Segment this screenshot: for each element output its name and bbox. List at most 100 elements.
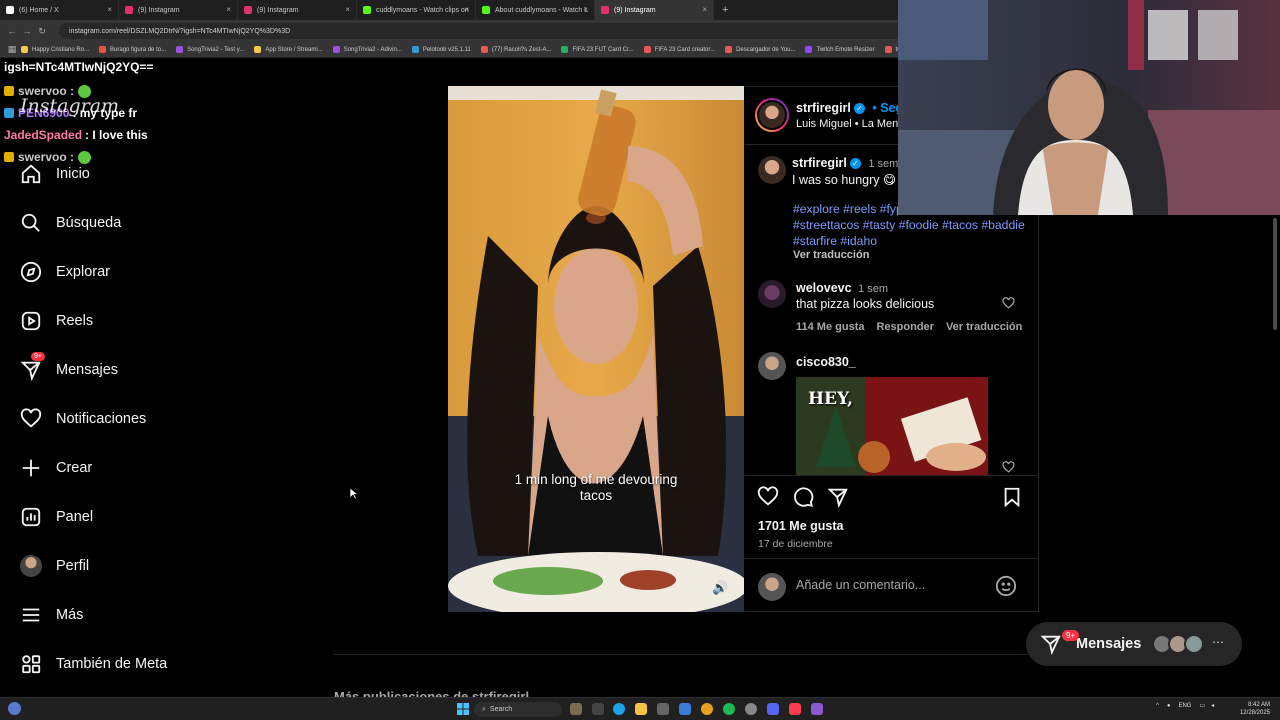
reel-caption: 1 min long of me devouring tacos bbox=[448, 472, 744, 504]
close-tab-icon[interactable]: × bbox=[345, 5, 350, 14]
taskbar-app-icon[interactable] bbox=[811, 703, 823, 715]
browser-tab[interactable]: (9) Instagram × bbox=[595, 0, 714, 20]
reload-icon[interactable]: ↻ bbox=[36, 26, 48, 37]
bookmark-item[interactable]: App Store / Streami... bbox=[254, 46, 323, 53]
new-tab-button[interactable]: + bbox=[722, 4, 728, 16]
volume-icon[interactable]: ◂ bbox=[1211, 702, 1214, 709]
network-icon[interactable]: ▭ bbox=[1199, 702, 1205, 709]
sidebar-item-notificaciones[interactable]: Notificaciones bbox=[20, 406, 146, 432]
sidebar-item-mas[interactable]: Más bbox=[20, 602, 83, 628]
comment-translate[interactable]: Ver traducción bbox=[946, 321, 1022, 333]
sidebar-item-mensajes[interactable]: 9+ Mensajes bbox=[20, 352, 118, 383]
plus-icon bbox=[22, 459, 40, 477]
bookmark-item[interactable]: FIFA 23 Card creator... bbox=[643, 46, 715, 53]
notification-badge: 9+ bbox=[31, 352, 45, 361]
post-date: 17 de diciembre bbox=[758, 538, 833, 550]
commenter-avatar[interactable] bbox=[758, 352, 786, 380]
save-icon[interactable] bbox=[1001, 486, 1023, 508]
messages-pill[interactable]: 9+ Mensajes ⋯ bbox=[1026, 622, 1242, 666]
language-indicator[interactable]: ENG bbox=[1178, 703, 1191, 709]
taskbar-app-icon[interactable] bbox=[679, 703, 691, 715]
close-tab-icon[interactable]: × bbox=[107, 5, 112, 14]
discord-icon[interactable] bbox=[767, 703, 779, 715]
audio-link[interactable]: Luis Miguel • La Ment bbox=[796, 118, 901, 130]
bookmark-item[interactable]: FIFA 23 FUT Card Cr... bbox=[561, 46, 634, 53]
comment-user[interactable]: cisco830_ bbox=[796, 355, 856, 369]
bookmark-item[interactable]: Descargador de You... bbox=[725, 46, 795, 53]
bookmark-item[interactable]: (77) Racoli?s Zest-A... bbox=[480, 46, 551, 53]
sidebar-item-reels[interactable]: Reels bbox=[20, 308, 93, 334]
browser-tab[interactable]: (9) Instagram × bbox=[238, 0, 357, 20]
author-name[interactable]: strfiregirl ✓ • Segu bbox=[796, 101, 911, 115]
browser-tab[interactable]: (6) Home / X × bbox=[0, 0, 119, 20]
start-icon[interactable] bbox=[457, 703, 469, 715]
sidebar-item-inicio[interactable]: Inicio bbox=[20, 161, 90, 187]
comment-gif[interactable]: HEY, bbox=[796, 377, 988, 475]
close-tab-icon[interactable]: × bbox=[464, 5, 469, 14]
sidebar-item-busqueda[interactable]: Búsqueda bbox=[20, 210, 121, 236]
bookmark-label: Descargador de You... bbox=[736, 46, 796, 53]
browser-tab[interactable]: cuddlymoans - Watch clips on × bbox=[357, 0, 476, 20]
scrollbar-thumb[interactable] bbox=[1273, 218, 1277, 330]
url-field[interactable]: instagram.com/reel/DSZLMQ2DtrN/?igsh=NTc… bbox=[59, 23, 939, 39]
browser-tab[interactable]: About cuddlymoans - Watch L × bbox=[476, 0, 595, 20]
bookmark-item[interactable]: Twitch Emote Resizer bbox=[805, 46, 875, 53]
spotify-icon[interactable] bbox=[723, 703, 735, 715]
music-icon[interactable] bbox=[789, 703, 801, 715]
author-avatar[interactable] bbox=[755, 98, 789, 132]
emoji-icon[interactable] bbox=[995, 575, 1017, 597]
close-tab-icon[interactable]: × bbox=[226, 5, 231, 14]
bookmark-item[interactable]: Pelotoob v25.1.11 bbox=[411, 46, 471, 53]
share-icon[interactable] bbox=[827, 486, 849, 508]
taskbar-app-icon[interactable] bbox=[745, 703, 757, 715]
caption-avatar[interactable] bbox=[758, 156, 786, 184]
sidebar-item-perfil[interactable]: Perfil bbox=[20, 553, 89, 579]
translate-link[interactable]: Ver traducción bbox=[793, 249, 869, 261]
bookmark-item[interactable]: SongTrivia2 - Adivin... bbox=[332, 46, 402, 53]
likes-count[interactable]: 1701 Me gusta bbox=[758, 519, 843, 533]
widgets-icon[interactable] bbox=[8, 702, 21, 715]
bookmark-item[interactable]: SongTrivia2 - Test y... bbox=[176, 46, 244, 53]
bookmark-label: Twitch Emote Resizer bbox=[816, 46, 875, 53]
taskbar-clock[interactable]: 8:42 AM 12/28/2025 bbox=[1240, 701, 1270, 717]
close-tab-icon[interactable]: × bbox=[583, 5, 588, 14]
reel-video[interactable]: 1 min long of me devouring tacos 🔊 bbox=[448, 86, 744, 612]
sidebar-item-crear[interactable]: Crear bbox=[20, 455, 92, 481]
taskbar-app-icon[interactable] bbox=[570, 703, 582, 715]
comment-like-icon[interactable] bbox=[1002, 297, 1015, 310]
close-tab-icon[interactable]: × bbox=[702, 5, 707, 14]
page-scrollbar[interactable] bbox=[1272, 214, 1278, 690]
mic-icon[interactable]: ● bbox=[1167, 703, 1171, 709]
chrome-icon[interactable] bbox=[701, 703, 713, 715]
chart-icon bbox=[21, 507, 41, 527]
sidebar-item-tambien-de-meta[interactable]: También de Meta bbox=[20, 651, 167, 677]
edge-icon[interactable] bbox=[613, 703, 625, 715]
comment-icon[interactable] bbox=[792, 486, 814, 508]
commenter-avatar[interactable] bbox=[758, 280, 786, 308]
volume-icon[interactable]: 🔊 bbox=[712, 580, 728, 596]
reply-button[interactable]: Responder bbox=[876, 321, 933, 333]
browser-tab[interactable]: (9) Instagram × bbox=[119, 0, 238, 20]
comment-user[interactable]: welovevc 1 sem bbox=[796, 281, 888, 295]
taskbar-app-icon[interactable] bbox=[657, 703, 669, 715]
like-icon[interactable] bbox=[757, 486, 779, 508]
reels-icon bbox=[21, 311, 41, 331]
chevron-up-icon[interactable]: ^ bbox=[1156, 703, 1159, 709]
instagram-logo[interactable]: Instagram bbox=[20, 95, 119, 117]
caption-author[interactable]: strfiregirl ✓ 1 sem bbox=[792, 156, 898, 170]
forward-icon[interactable]: → bbox=[21, 26, 33, 36]
taskbar-search[interactable]: ⌕ Search bbox=[474, 702, 562, 717]
bookmark-item[interactable]: Burago figura de to... bbox=[99, 46, 166, 53]
comment-likes[interactable]: 114 Me gusta bbox=[796, 321, 864, 333]
task-view-icon[interactable] bbox=[592, 703, 604, 715]
apps-icon[interactable]: ▦ bbox=[6, 44, 18, 55]
back-icon[interactable]: ← bbox=[6, 26, 18, 36]
comment-input[interactable]: Añade un comentario... bbox=[796, 578, 925, 592]
sidebar-item-explorar[interactable]: Explorar bbox=[20, 259, 110, 285]
file-explorer-icon[interactable] bbox=[635, 703, 647, 715]
comment-like-icon[interactable] bbox=[1002, 461, 1015, 474]
more-icon[interactable]: ⋯ bbox=[1212, 635, 1224, 649]
bookmark-item[interactable]: Happy Cristiano Ro... bbox=[21, 46, 89, 53]
avatar bbox=[1184, 634, 1204, 654]
sidebar-item-panel[interactable]: Panel bbox=[20, 504, 93, 530]
